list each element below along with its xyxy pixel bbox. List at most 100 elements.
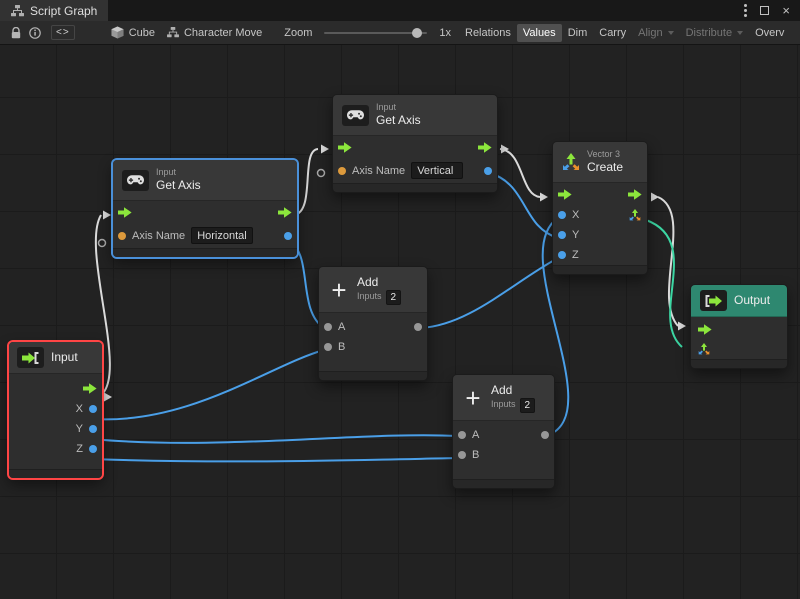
node-get-axis-horizontal[interactable]: Input Get Axis Axis Name — [112, 159, 298, 258]
vector3-input-port[interactable] — [698, 343, 710, 355]
node-header: + Add Inputs 2 — [319, 267, 427, 313]
vector3-output-port[interactable] — [629, 209, 641, 221]
node-header: + Add Inputs 2 — [453, 375, 554, 421]
port-row: X — [553, 205, 647, 225]
value-port-ring[interactable] — [99, 240, 106, 247]
node-header: Input Get Axis — [113, 160, 297, 201]
port-label: Z — [76, 443, 83, 455]
node-add-top[interactable]: + Add Inputs 2 A B — [318, 266, 428, 381]
flow-out-port[interactable] — [278, 207, 292, 218]
axis-name-field[interactable] — [191, 227, 253, 244]
info-icon[interactable] — [25, 27, 45, 39]
flow-out-port[interactable] — [628, 189, 642, 200]
gamepad-icon — [342, 105, 369, 126]
flow-out-port[interactable] — [478, 142, 492, 153]
port-row: Z — [553, 245, 647, 265]
values-button[interactable]: Values — [517, 24, 562, 42]
script-machine-icon — [167, 27, 179, 38]
port-row: Y — [9, 419, 102, 439]
wire-input-y-to-add-bottom-a[interactable] — [92, 435, 458, 443]
script-graph-icon — [11, 5, 24, 17]
flow-port-arrow[interactable] — [540, 193, 548, 202]
input-arrow-icon — [17, 347, 44, 368]
breadcrumb-cube[interactable]: Cube — [111, 26, 155, 39]
node-get-axis-vertical[interactable]: Input Get Axis Axis Name — [332, 94, 498, 193]
node-header: Vector 3 Create — [553, 142, 647, 183]
node-output[interactable]: Output — [690, 284, 788, 369]
value-port-ring[interactable] — [318, 170, 325, 177]
value-input-port-a[interactable] — [458, 431, 466, 439]
kebab-menu-icon[interactable] — [744, 9, 747, 12]
align-button[interactable]: Align — [632, 24, 679, 42]
node-input[interactable]: Input X Y Z — [8, 341, 103, 479]
zoom-control: Zoom 1x — [284, 27, 451, 39]
wire-input-z-to-add-bottom-b[interactable] — [92, 458, 458, 461]
float-output-port[interactable] — [284, 232, 292, 240]
close-icon[interactable]: × — [782, 4, 790, 17]
relations-button[interactable]: Relations — [459, 24, 517, 42]
port-row: A — [319, 313, 427, 337]
carry-button[interactable]: Carry — [593, 24, 632, 42]
flow-out-port[interactable] — [83, 383, 97, 394]
overview-button[interactable]: Overv — [749, 24, 790, 42]
flow-in-port[interactable] — [698, 324, 712, 335]
wire-flow-vector3-to-output[interactable] — [658, 197, 678, 326]
window-controls: × — [744, 0, 800, 21]
node-footer — [319, 371, 427, 380]
port-row — [113, 201, 297, 223]
float-input-port-z[interactable] — [558, 251, 566, 259]
flow-port-arrow[interactable] — [104, 393, 112, 402]
caret-down-icon — [668, 31, 674, 35]
float-output-port-z[interactable] — [89, 445, 97, 453]
wire-add-top-to-vector3-z[interactable] — [421, 258, 558, 328]
lock-icon[interactable] — [7, 27, 25, 39]
maximize-icon[interactable] — [760, 6, 769, 15]
port-row: X — [9, 399, 102, 419]
value-output-port[interactable] — [414, 323, 422, 331]
value-input-port-b[interactable] — [458, 451, 466, 459]
node-title: Input — [51, 350, 78, 365]
breadcrumb-character-move[interactable]: Character Move — [167, 27, 262, 39]
inputs-count-field[interactable]: 2 — [386, 290, 402, 305]
wire-flow-vertical-to-vector3[interactable] — [500, 149, 540, 197]
float-output-port-x[interactable] — [89, 405, 97, 413]
code-icon[interactable]: <> — [51, 25, 75, 40]
wire-vector3-result-to-output[interactable] — [646, 220, 682, 347]
port-row: B — [319, 337, 427, 357]
zoom-slider[interactable] — [324, 32, 427, 34]
tab-script-graph[interactable]: Script Graph — [0, 0, 108, 21]
port-row: Axis Name — [333, 158, 497, 183]
flow-in-port[interactable] — [558, 189, 572, 200]
float-output-port[interactable] — [484, 167, 492, 175]
value-input-port-b[interactable] — [324, 343, 332, 351]
inputs-count-field[interactable]: 2 — [520, 398, 536, 413]
string-input-port[interactable] — [118, 232, 126, 240]
axis-name-field[interactable] — [411, 162, 463, 179]
node-title: Output — [734, 293, 770, 308]
value-input-port-a[interactable] — [324, 323, 332, 331]
node-vector3-create[interactable]: Vector 3 Create X Y Z — [552, 141, 648, 275]
flow-port-arrow[interactable] — [678, 322, 686, 331]
float-input-port-x[interactable] — [558, 211, 566, 219]
zoom-slider-handle[interactable] — [412, 28, 422, 38]
string-input-port[interactable] — [338, 167, 346, 175]
flow-port-arrow[interactable] — [103, 211, 111, 220]
distribute-button[interactable]: Distribute — [680, 24, 749, 42]
graph-canvas[interactable]: Input Get Axis Axis Name — [0, 45, 800, 599]
port-row — [553, 183, 647, 205]
flow-port-arrow[interactable] — [321, 145, 329, 154]
flow-in-port[interactable] — [338, 142, 352, 153]
flow-port-arrow[interactable] — [651, 193, 659, 202]
node-title: Add — [491, 383, 535, 398]
value-output-port[interactable] — [541, 431, 549, 439]
port-row — [9, 374, 102, 399]
gamepad-icon — [122, 170, 149, 191]
dim-button[interactable]: Dim — [562, 24, 594, 42]
wire-input-x-to-add-top-b[interactable] — [92, 350, 324, 419]
port-row: Z — [9, 439, 102, 459]
node-add-bottom[interactable]: + Add Inputs 2 A B — [452, 374, 555, 489]
float-output-port-y[interactable] — [89, 425, 97, 433]
float-input-port-y[interactable] — [558, 231, 566, 239]
port-label: X — [572, 209, 579, 221]
flow-in-port[interactable] — [118, 207, 132, 218]
